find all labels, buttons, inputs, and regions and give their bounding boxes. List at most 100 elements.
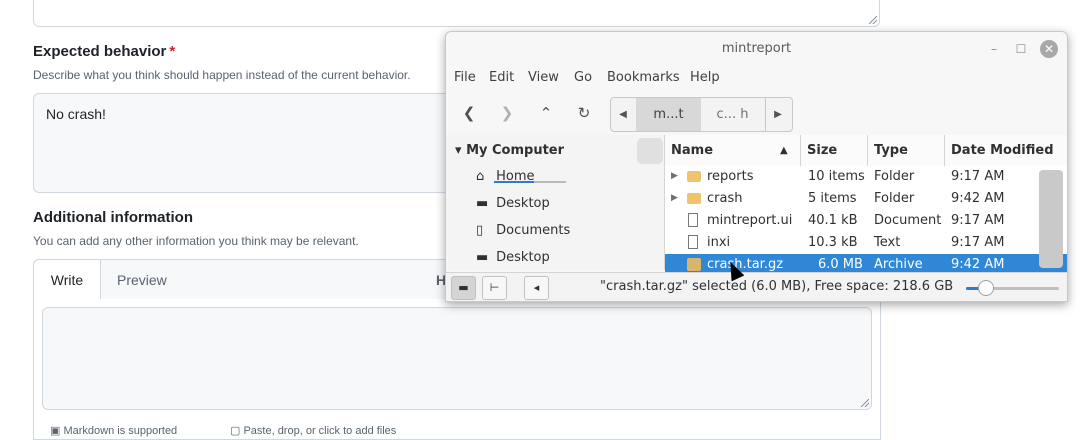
folder-icon bbox=[687, 171, 701, 182]
reload-icon[interactable]: ↻ bbox=[571, 100, 597, 126]
file-size: 10 items bbox=[808, 169, 865, 184]
back-icon[interactable]: ❮ bbox=[456, 100, 482, 126]
breadcrumb-item-mintreport[interactable]: m...t bbox=[636, 98, 701, 131]
desktop-icon: ▬ bbox=[476, 196, 489, 211]
sidebar-item-label: Documents bbox=[496, 223, 571, 238]
sidebar-scrollbar[interactable] bbox=[637, 138, 663, 164]
status-bar: ▬ ⊢ ◂ "crash.tar.gz" selected (6.0 MB), … bbox=[446, 272, 1067, 301]
up-icon[interactable]: ⌃ bbox=[533, 100, 559, 126]
document-icon bbox=[688, 213, 698, 227]
archive-icon bbox=[687, 258, 701, 271]
hide-sidebar-icon[interactable]: ◂ bbox=[524, 276, 549, 300]
column-header-type[interactable]: Type bbox=[868, 135, 945, 166]
file-size: 5 items bbox=[808, 191, 857, 206]
previous-textarea[interactable] bbox=[33, 0, 880, 27]
disk-usage-bar bbox=[494, 181, 566, 183]
status-text: "crash.tar.gz" selected (6.0 MB), Free s… bbox=[600, 279, 954, 294]
toolbar: ❮ ❯ ⌃ ↻ ◀ m...t c... h ▶ bbox=[446, 96, 1067, 132]
documents-icon: ▯ bbox=[476, 223, 484, 238]
desktop-icon: ▬ bbox=[476, 250, 489, 265]
menu-bar: File Edit View Go Bookmarks Help bbox=[446, 67, 1067, 89]
breadcrumb-left-icon[interactable]: ◀ bbox=[611, 98, 635, 131]
menu-view[interactable]: View bbox=[528, 70, 559, 85]
image-icon: ▢ bbox=[230, 425, 244, 437]
additional-information-textarea[interactable] bbox=[42, 307, 872, 410]
zoom-slider-knob[interactable] bbox=[977, 280, 994, 296]
folder-icon bbox=[687, 193, 701, 204]
file-date: 9:17 AM bbox=[951, 235, 1005, 250]
table-row[interactable]: ▶ crash 5 items Folder 9:42 AM bbox=[665, 188, 1037, 210]
sidebar-header[interactable]: ▾ My Computer bbox=[455, 143, 564, 158]
markdown-hint-text: Markdown is supported bbox=[63, 425, 178, 437]
close-icon[interactable]: ✕ bbox=[1040, 40, 1058, 58]
file-type: Folder bbox=[874, 169, 915, 184]
file-type: Document bbox=[874, 213, 942, 228]
attach-files-text: Paste, drop, or click to add files bbox=[243, 425, 397, 437]
column-header-date[interactable]: Date Modified bbox=[945, 135, 1067, 166]
sidebar-header-label: My Computer bbox=[466, 143, 565, 158]
file-list: Name ▲ Size Type Date Modified ▶ reports … bbox=[665, 135, 1067, 276]
window-title: mintreport bbox=[721, 41, 792, 56]
column-header-name[interactable]: Name ▲ bbox=[665, 135, 801, 166]
file-size: 6.0 MB bbox=[818, 257, 863, 272]
expected-behavior-description: Describe what you think should happen in… bbox=[33, 68, 411, 82]
sort-ascending-icon: ▲ bbox=[780, 145, 788, 156]
text-file-icon bbox=[688, 235, 698, 249]
file-manager-window: mintreport – ☐ ✕ File Edit View Go Bookm… bbox=[445, 31, 1068, 302]
breadcrumb-right-icon[interactable]: ▶ bbox=[765, 98, 790, 131]
places-sidebar: ▾ My Computer ⌂ Home ▬ Desktop ▯ Documen… bbox=[446, 135, 665, 270]
title-bar[interactable]: mintreport – ☐ ✕ bbox=[446, 32, 1067, 66]
tab-write[interactable]: Write bbox=[34, 260, 101, 301]
file-name: reports bbox=[707, 169, 754, 184]
sidebar-item-desktop-2[interactable]: ▬ Desktop bbox=[476, 250, 550, 265]
menu-file[interactable]: File bbox=[454, 70, 476, 85]
table-row[interactable]: ▶ reports 10 items Folder 9:17 AM bbox=[665, 166, 1037, 188]
maximize-icon[interactable]: ☐ bbox=[1012, 40, 1030, 58]
tree-toggle-icon[interactable]: ⊢ bbox=[482, 276, 507, 300]
menu-help[interactable]: Help bbox=[690, 70, 720, 85]
forward-icon[interactable]: ❯ bbox=[494, 100, 520, 126]
file-type: Text bbox=[874, 235, 901, 250]
editor-container bbox=[33, 299, 881, 440]
tab-preview[interactable]: Preview bbox=[117, 260, 167, 300]
zoom-slider[interactable] bbox=[966, 280, 1059, 296]
breadcrumb-item-crash[interactable]: c... h bbox=[701, 98, 764, 131]
table-row[interactable]: mintreport.ui 40.1 kB Document 9:17 AM bbox=[665, 210, 1037, 232]
expected-behavior-value: No crash! bbox=[46, 106, 106, 122]
file-size: 40.1 kB bbox=[808, 213, 858, 228]
sidebar-item-documents[interactable]: ▯ Documents bbox=[476, 223, 570, 238]
menu-bookmarks[interactable]: Bookmarks bbox=[607, 70, 680, 85]
sidebar-item-label: Desktop bbox=[496, 196, 550, 211]
file-list-scrollbar[interactable] bbox=[1039, 170, 1063, 268]
table-row[interactable]: inxi 10.3 kB Text 9:17 AM bbox=[665, 232, 1037, 254]
expected-behavior-label: Expected behavior * bbox=[33, 43, 175, 60]
menu-go[interactable]: Go bbox=[574, 70, 592, 85]
file-date: 9:42 AM bbox=[951, 257, 1005, 272]
file-type: Archive bbox=[874, 257, 923, 272]
additional-information-label: Additional information bbox=[33, 209, 193, 226]
file-name: crash.tar.gz bbox=[707, 257, 784, 272]
file-name: mintreport.ui bbox=[707, 213, 793, 228]
resize-grip-icon[interactable] bbox=[861, 399, 869, 407]
sidebar-item-label: Desktop bbox=[496, 250, 550, 265]
column-header-size[interactable]: Size bbox=[801, 135, 868, 166]
collapse-icon: ▾ bbox=[455, 143, 467, 158]
home-icon: ⌂ bbox=[476, 169, 485, 184]
expand-icon[interactable]: ▶ bbox=[671, 171, 678, 181]
breadcrumb: ◀ m...t c... h ▶ bbox=[610, 97, 793, 132]
file-size: 10.3 kB bbox=[808, 235, 858, 250]
menu-edit[interactable]: Edit bbox=[489, 70, 514, 85]
disk-usage-fill bbox=[494, 181, 534, 183]
file-type: Folder bbox=[874, 191, 915, 206]
places-toggle-icon[interactable]: ▬ bbox=[451, 276, 476, 300]
sidebar-item-desktop[interactable]: ▬ Desktop bbox=[476, 196, 550, 211]
resize-grip-icon[interactable] bbox=[869, 16, 877, 24]
additional-information-description: You can add any other information you th… bbox=[33, 234, 359, 248]
column-header-name-label: Name bbox=[671, 143, 714, 158]
file-date: 9:42 AM bbox=[951, 191, 1005, 206]
expand-icon[interactable]: ▶ bbox=[671, 193, 678, 203]
expected-behavior-label-text: Expected behavior bbox=[33, 43, 167, 60]
required-mark: * bbox=[169, 43, 176, 60]
file-date: 9:17 AM bbox=[951, 169, 1005, 184]
minimize-icon[interactable]: – bbox=[985, 40, 1003, 58]
